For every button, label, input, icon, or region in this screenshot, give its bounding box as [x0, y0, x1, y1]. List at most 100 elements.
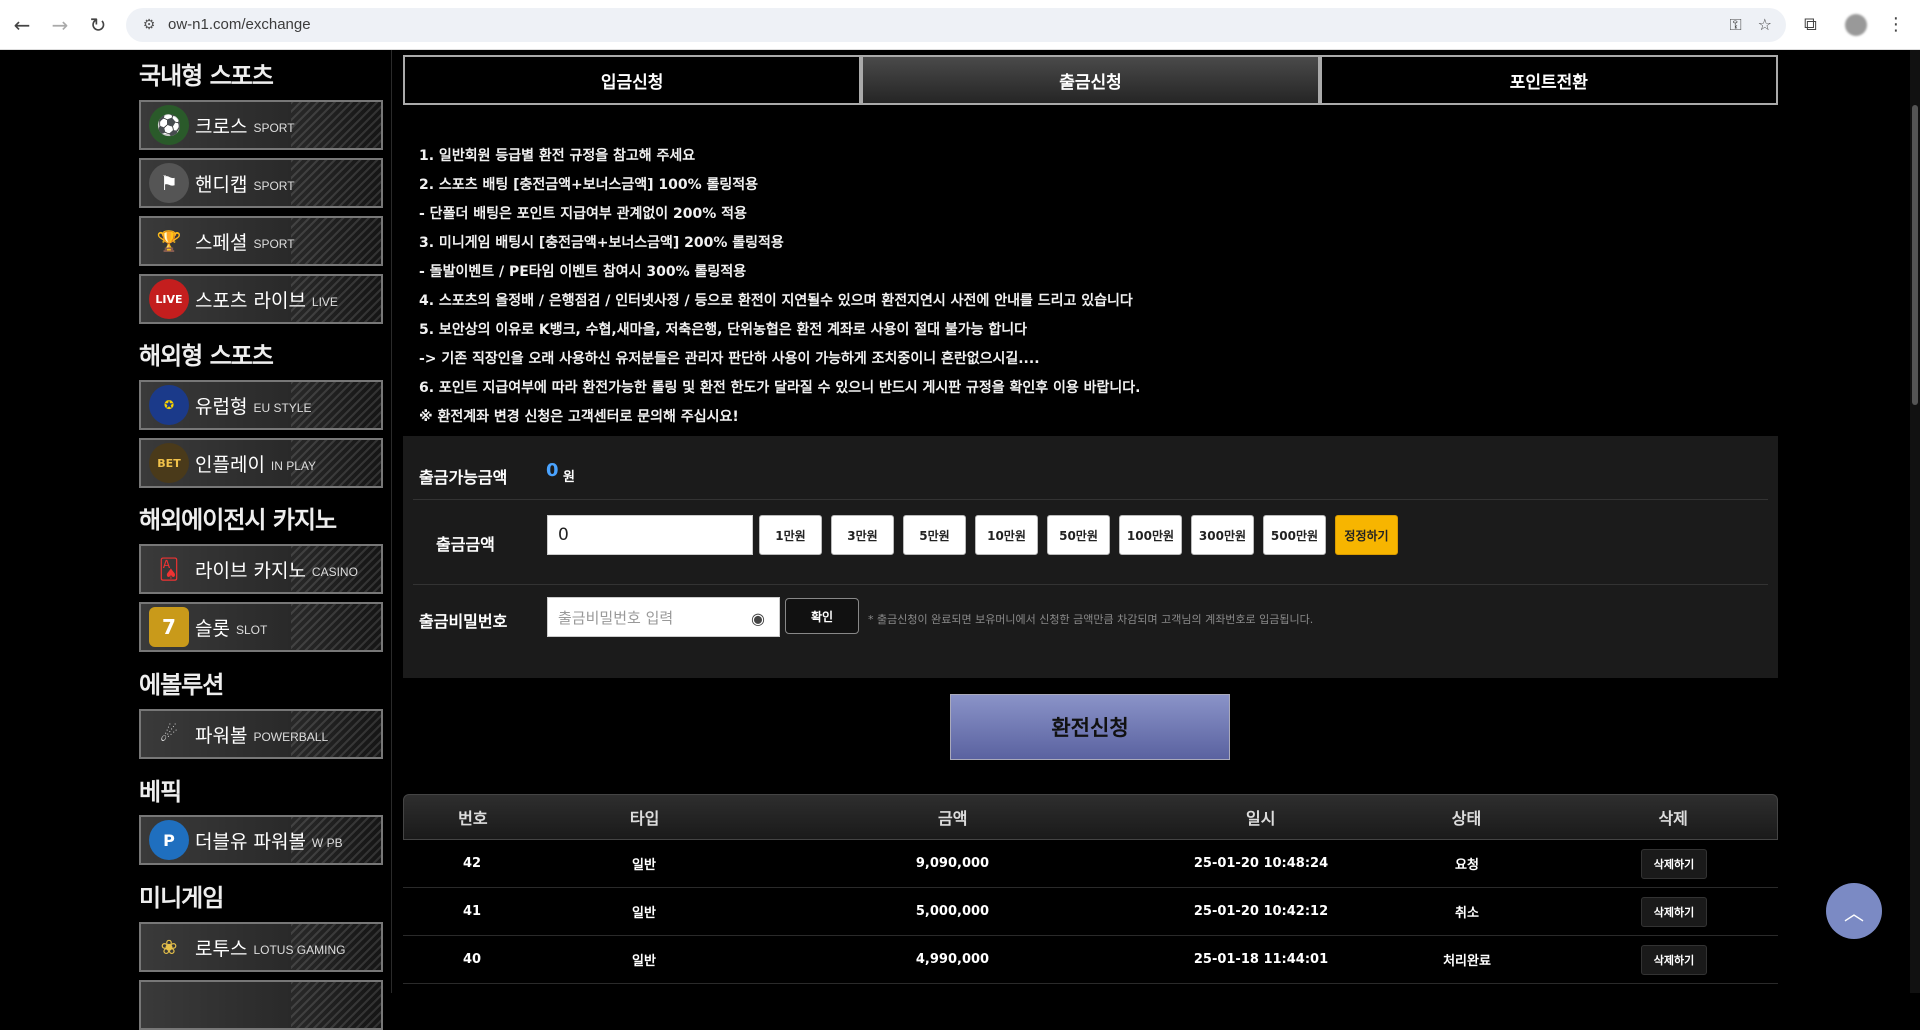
sidebar-item-label: 스포츠 라이브	[195, 289, 306, 312]
col-header: 상태	[1451, 809, 1482, 828]
cell-amount: 4,990,000	[915, 952, 990, 967]
key-icon[interactable]: ⚿	[1729, 15, 1741, 35]
site-info-icon[interactable]: ⚙	[140, 16, 158, 34]
sidebar-item-sub: POWERBALL	[253, 730, 329, 744]
p-icon: P	[149, 820, 189, 860]
sidebar-item-in-play[interactable]: BET 인플레이 IN PLAY	[139, 438, 383, 488]
eu-flag-icon: ✪	[149, 385, 189, 425]
sidebar-item-slot[interactable]: 7 슬롯 SLOT	[139, 602, 383, 652]
table-header: 번호 타입 금액 일시 상태 삭제	[403, 794, 1778, 840]
sidebar-item-sub: SLOT	[235, 623, 268, 637]
sidebar: 국내형 스포츠 ⚽ 크로스 SPORT ⚑ 핸디캡 SPORT 🏆 스페셜 SP…	[0, 50, 392, 1030]
sidebar-item-label: 로투스	[195, 937, 248, 960]
slot-icon: 7	[149, 607, 189, 647]
back-icon[interactable]: ←	[6, 9, 38, 41]
sidebar-item-sub: IN PLAY	[270, 459, 317, 473]
available-unit: 원	[563, 470, 575, 485]
quick-amount-button[interactable]: 100만원	[1119, 515, 1182, 555]
sidebar-item-sub: LOTUS GAMING	[253, 943, 346, 957]
cell-date: 25-01-18 11:44:01	[1193, 952, 1329, 967]
tab-point-convert[interactable]: 포인트전환	[1319, 55, 1778, 105]
cell-status: 취소	[1455, 906, 1479, 921]
col-header: 일시	[1246, 809, 1276, 828]
tab-withdraw[interactable]: 출금신청	[861, 55, 1320, 105]
rule-line: 1. 일반회원 등급별 환전 규정을 참고해 주세요	[419, 148, 696, 164]
sidebar-item-live-casino[interactable]: 🂡 라이브 카지노 CASINO	[139, 544, 383, 594]
sidebar-item-label: 더블유 파워볼	[195, 830, 306, 853]
category-overseas-casino: 해외에이전시 카지노	[139, 506, 337, 534]
sidebar-item-w-powerball[interactable]: P 더블유 파워볼 W PB	[139, 815, 383, 865]
rule-line: 4. 스포츠의 올정배 / 은행점검 / 인터넷사정 / 등으로 환전이 지연될…	[419, 293, 1133, 309]
sidebar-item-handicap[interactable]: ⚑ 핸디캡 SPORT	[139, 158, 383, 208]
cell-no: 42	[462, 856, 482, 871]
cell-no: 40	[462, 952, 482, 967]
page-scrollbar[interactable]	[1910, 50, 1920, 993]
password-label: 출금비밀번호	[419, 612, 508, 631]
cell-type: 일반	[632, 858, 656, 873]
sidebar-item-lotus[interactable]: ❀ 로투스 LOTUS GAMING	[139, 922, 383, 972]
extensions-icon[interactable]: ⧉	[1804, 14, 1817, 35]
password-input[interactable]: 출금비밀번호 입력 ◉	[547, 597, 780, 637]
rule-line: - 단폴더 배팅은 포인트 지급여부 관계없이 200% 적용	[419, 206, 747, 222]
sidebar-item-cross[interactable]: ⚽ 크로스 SPORT	[139, 100, 383, 150]
quick-amount-button[interactable]: 500만원	[1263, 515, 1326, 555]
quick-amount-button[interactable]: 10만원	[975, 515, 1038, 555]
quick-amount-button[interactable]: 5만원	[903, 515, 966, 555]
eye-off-icon[interactable]: ◉	[747, 607, 769, 629]
browser-toolbar: ← → ↻ ⚙ ow-n1.com/exchange ⚿ ☆ ⧉ ⋮	[0, 0, 1920, 50]
reset-amount-button[interactable]: 정정하기	[1335, 515, 1398, 555]
rule-line: 6. 포인트 지급여부에 따라 환전가능한 롤링 및 환전 한도가 달라질 수 …	[419, 380, 1141, 396]
rules-list: 1. 일반회원 등급별 환전 규정을 참고해 주세요 2. 스포츠 배팅 [충전…	[419, 142, 1140, 432]
url-text[interactable]: ow-n1.com/exchange	[168, 16, 1713, 33]
address-bar[interactable]: ⚙ ow-n1.com/exchange ⚿ ☆	[126, 7, 1786, 42]
star-icon[interactable]: ☆	[1758, 15, 1772, 34]
cell-type: 일반	[632, 906, 656, 921]
category-minigame: 미니게임	[139, 884, 224, 912]
quick-amount-button[interactable]: 300만원	[1191, 515, 1254, 555]
category-overseas-sports: 해외형 스포츠	[139, 342, 274, 370]
delete-button[interactable]: 삭제하기	[1640, 896, 1708, 927]
sidebar-item-label: 크로스	[195, 115, 248, 138]
menu-icon[interactable]: ⋮	[1887, 14, 1905, 35]
cell-action: 삭제하기	[1570, 848, 1778, 879]
amount-input[interactable]: 0	[547, 515, 753, 555]
bet-icon: BET	[149, 443, 189, 483]
sidebar-item-eu-style[interactable]: ✪ 유럽형 EU STYLE	[139, 380, 383, 430]
cell-type: 일반	[632, 954, 656, 969]
quick-amount-button[interactable]: 3만원	[831, 515, 894, 555]
scrollbar-thumb[interactable]	[1912, 105, 1918, 405]
table-row: 40 일반 4,990,000 25-01-18 11:44:01 처리완료 삭…	[403, 936, 1778, 984]
sidebar-item-sub: W PB	[311, 836, 343, 850]
delete-button[interactable]: 삭제하기	[1640, 848, 1708, 879]
password-placeholder: 출금비밀번호 입력	[558, 608, 674, 627]
live-icon: LIVE	[149, 279, 189, 319]
delete-button[interactable]: 삭제하기	[1640, 944, 1708, 975]
cards-icon: 🂡	[158, 557, 180, 581]
tab-deposit[interactable]: 입금신청	[403, 55, 862, 105]
rule-line: -> 기존 직장인을 오래 사용하신 유저분들은 관리자 판단하 사용이 가능하…	[419, 351, 1040, 367]
available-row: 출금가능금액 0 원	[413, 446, 1768, 500]
lotus-icon: ❀	[160, 935, 178, 959]
cell-date: 25-01-20 10:42:12	[1193, 904, 1329, 919]
quick-amount-button[interactable]: 1만원	[759, 515, 822, 555]
sidebar-item-special[interactable]: 🏆 스페셜 SPORT	[139, 216, 383, 266]
amount-row: 출금금액 0 1만원 3만원 5만원 10만원 50만원 100만원 300만원…	[413, 501, 1768, 585]
sidebar-item-label: 유럽형	[195, 395, 248, 418]
sidebar-item-powerball[interactable]: ☄ 파워볼 POWERBALL	[139, 709, 383, 759]
col-header: 번호	[458, 809, 488, 828]
rule-line: 3. 미니게임 배팅시 [충전금액+보너스금액] 200% 롤링적용	[419, 235, 784, 251]
scroll-top-button[interactable]: ︿	[1826, 883, 1882, 939]
avatar[interactable]	[1844, 13, 1867, 36]
reload-icon[interactable]: ↻	[82, 9, 114, 41]
quick-amount-button[interactable]: 50만원	[1047, 515, 1110, 555]
sidebar-item-sports-live[interactable]: LIVE 스포츠 라이브 LIVE	[139, 274, 383, 324]
sidebar-item-next[interactable]	[139, 980, 383, 1030]
sidebar-item-sub: SPORT	[253, 179, 295, 193]
powerball-icon: ☄	[160, 722, 178, 746]
col-header: 타입	[629, 809, 660, 828]
forward-icon[interactable]: →	[44, 9, 76, 41]
cell-no: 41	[462, 904, 482, 919]
exchange-submit-button[interactable]: 환전신청	[950, 694, 1230, 760]
confirm-button[interactable]: 확인	[785, 598, 859, 634]
cell-action: 삭제하기	[1570, 896, 1778, 927]
